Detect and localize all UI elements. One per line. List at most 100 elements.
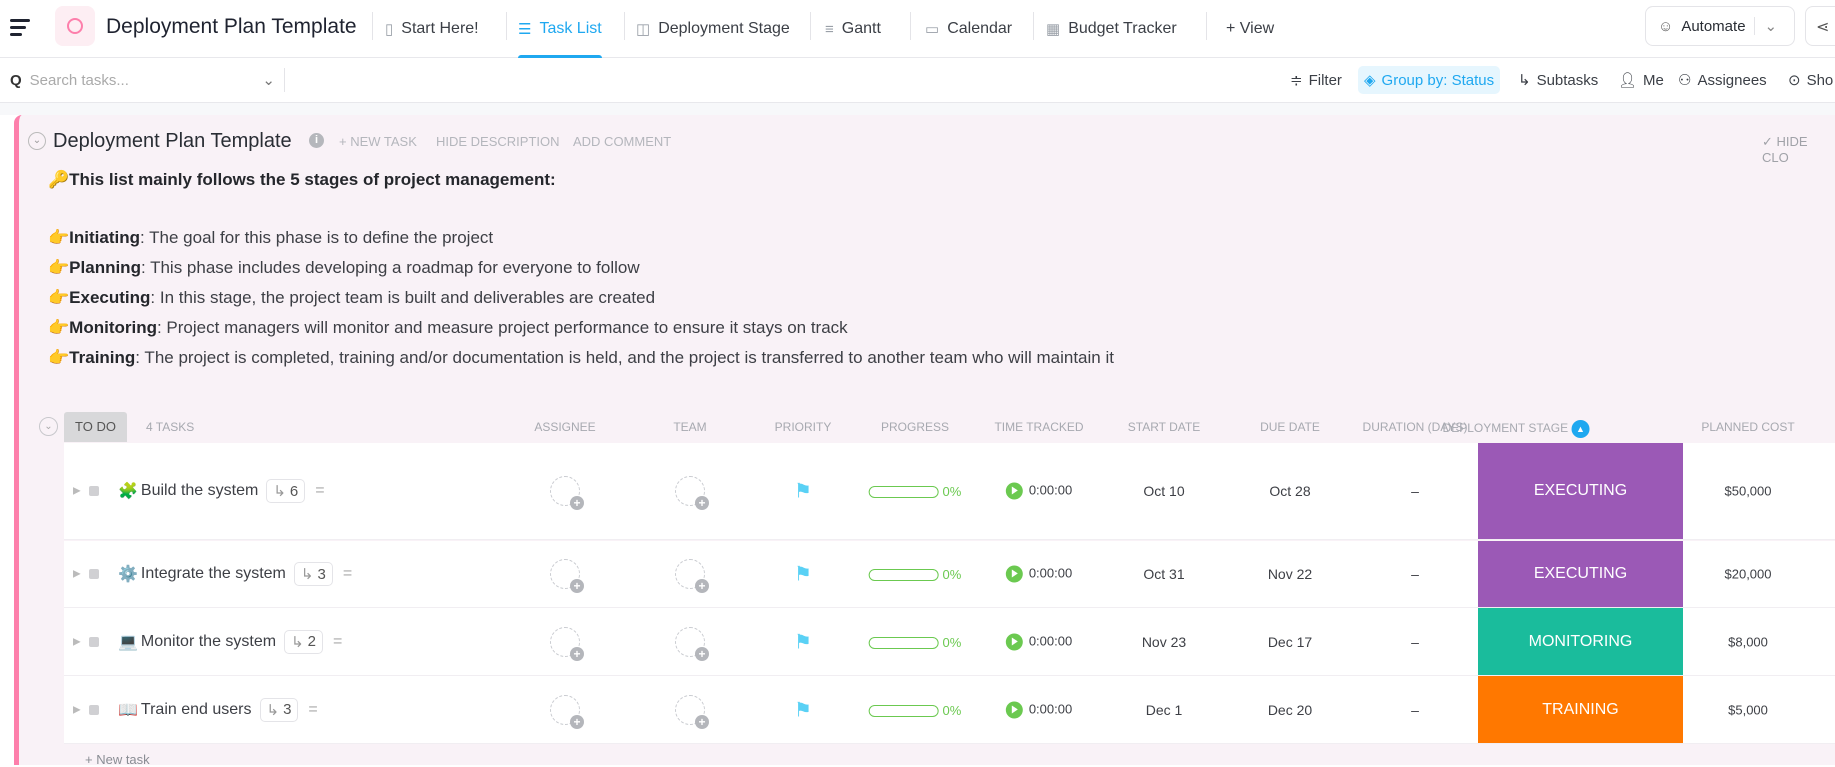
task-name[interactable]: 🧩 Build the system ↳ 6 =: [118, 479, 325, 503]
tab-task-list[interactable]: ☰ Task List: [518, 0, 602, 59]
assignee-add-avatar[interactable]: [550, 559, 584, 593]
hide-description-link[interactable]: HIDE DESCRIPTION: [436, 134, 560, 149]
tab-gantt[interactable]: ≡ Gantt: [825, 0, 881, 58]
menu-icon[interactable]: [10, 19, 30, 37]
subtask-count-badge[interactable]: ↳ 6: [266, 479, 306, 503]
task-name[interactable]: 📖 Train end users ↳ 3 =: [118, 697, 318, 722]
column-header[interactable]: TIME TRACKED: [994, 420, 1083, 434]
subtask-count-badge[interactable]: ↳ 2: [284, 629, 323, 654]
expand-caret-icon[interactable]: ▶: [73, 569, 81, 580]
chevron-down-icon[interactable]: ⌄: [262, 71, 275, 89]
table-row[interactable]: ▶ 🧩Build the system↳6= ⚑ 0% 0:00:00 Oct …: [64, 443, 1835, 540]
start-date[interactable]: Dec 1: [1146, 702, 1183, 718]
time-tracked[interactable]: 0:00:00: [1005, 701, 1072, 719]
sort-asc-icon[interactable]: ▲: [1571, 420, 1590, 438]
group-collapse-icon[interactable]: ⌄: [39, 417, 58, 436]
robot-icon: ☺: [1658, 17, 1674, 35]
table-row[interactable]: ▶ 📖Train end users↳3= ⚑ 0% 0:00:00 Dec 1…: [64, 676, 1835, 744]
column-header[interactable]: TEAM: [673, 420, 706, 434]
info-icon[interactable]: i: [309, 133, 324, 148]
new-task-link[interactable]: + NEW TASK: [339, 134, 417, 149]
priority-flag-icon[interactable]: ⚑: [794, 479, 812, 504]
list-icon: [55, 6, 95, 46]
doc-icon: ▯: [385, 21, 394, 38]
column-header[interactable]: PROGRESS: [881, 420, 949, 434]
time-tracked[interactable]: 0:00:00: [1005, 482, 1072, 500]
gantt-icon: ≡: [825, 20, 834, 38]
table-row[interactable]: ▶ ⚙️Integrate the system↳3= ⚑ 0% 0:00:00…: [64, 541, 1835, 608]
deployment-stage-badge[interactable]: MONITORING: [1478, 608, 1683, 675]
task-name[interactable]: ⚙️ Integrate the system ↳ 3 =: [118, 562, 352, 586]
search-input[interactable]: Q Search tasks... ⌄: [10, 66, 275, 94]
task-name[interactable]: 💻 Monitor the system ↳ 2 =: [118, 629, 342, 654]
start-date[interactable]: Oct 10: [1143, 483, 1184, 499]
group-by-button[interactable]: ◈ Group by: Status: [1358, 66, 1501, 94]
start-date[interactable]: Oct 31: [1143, 566, 1184, 582]
collapse-icon[interactable]: ⌄: [28, 132, 46, 150]
add-comment-link[interactable]: ADD COMMENT: [573, 134, 671, 149]
time-tracked[interactable]: 0:00:00: [1005, 633, 1072, 651]
column-header[interactable]: DEPLOYMENT STAGE ▲: [1443, 420, 1590, 438]
due-date[interactable]: Dec 20: [1268, 702, 1312, 718]
column-header[interactable]: PRIORITY: [775, 420, 832, 434]
tab-budget-tracker[interactable]: ▦ Budget Tracker: [1046, 0, 1177, 58]
planned-cost[interactable]: $8,000: [1728, 634, 1768, 649]
start-date[interactable]: Nov 23: [1142, 634, 1186, 650]
assignee-add-avatar[interactable]: [550, 694, 584, 729]
assignee-add-avatar[interactable]: [550, 476, 584, 510]
filter-button[interactable]: ≑ Filter: [1284, 66, 1348, 94]
chevron-down-icon[interactable]: ⌄: [1753, 17, 1777, 35]
due-date[interactable]: Dec 17: [1268, 634, 1312, 650]
planned-cost[interactable]: $20,000: [1725, 567, 1772, 582]
team-add-avatar[interactable]: [675, 476, 709, 510]
duration[interactable]: –: [1411, 702, 1419, 718]
me-button[interactable]: 👤︎ Me: [1612, 66, 1670, 94]
deployment-stage-badge[interactable]: EXECUTING: [1478, 443, 1683, 539]
pointing-hand-icon: 👉: [48, 318, 70, 337]
assignee-add-avatar[interactable]: [550, 626, 584, 661]
team-add-avatar[interactable]: [675, 694, 709, 729]
page-title: Deployment Plan Template: [106, 15, 357, 38]
tab-start-here[interactable]: ▯ Start Here!: [385, 0, 479, 58]
expand-caret-icon[interactable]: ▶: [73, 636, 81, 647]
assignees-button[interactable]: ⚇ Assignees: [1672, 66, 1773, 94]
subtasks-button[interactable]: ↳ Subtasks: [1512, 66, 1604, 94]
priority-flag-icon[interactable]: ⚑: [794, 629, 812, 654]
priority-flag-icon[interactable]: ⚑: [794, 562, 812, 587]
deployment-stage-badge[interactable]: TRAINING: [1478, 676, 1683, 743]
status-checkbox[interactable]: [89, 704, 99, 715]
status-badge[interactable]: TO DO: [64, 412, 127, 442]
show-button[interactable]: ⊙ Sho: [1782, 66, 1835, 94]
add-view-button[interactable]: + View: [1226, 0, 1274, 58]
column-header[interactable]: START DATE: [1128, 420, 1200, 434]
duration[interactable]: –: [1411, 483, 1419, 499]
status-checkbox[interactable]: [89, 569, 99, 579]
priority-flag-icon[interactable]: ⚑: [794, 697, 812, 722]
column-header[interactable]: ASSIGNEE: [534, 420, 595, 434]
share-button[interactable]: ⋖: [1805, 6, 1835, 46]
expand-caret-icon[interactable]: ▶: [73, 486, 81, 497]
duration[interactable]: –: [1411, 634, 1419, 650]
subtask-count-badge[interactable]: ↳ 3: [259, 697, 299, 722]
duration[interactable]: –: [1411, 566, 1419, 582]
planned-cost[interactable]: $50,000: [1725, 484, 1772, 499]
planned-cost[interactable]: $5,000: [1728, 702, 1768, 717]
team-add-avatar[interactable]: [675, 559, 709, 593]
due-date[interactable]: Oct 28: [1269, 483, 1310, 499]
expand-caret-icon[interactable]: ▶: [73, 704, 81, 715]
time-tracked[interactable]: 0:00:00: [1005, 565, 1072, 583]
automate-button[interactable]: ☺ Automate ⌄: [1645, 6, 1795, 46]
column-header[interactable]: DUE DATE: [1260, 420, 1320, 434]
tab-deployment-stage[interactable]: ◫ Deployment Stage: [636, 0, 790, 58]
tab-calendar[interactable]: ▭ Calendar: [925, 0, 1012, 58]
progress-bar: 0%: [868, 702, 961, 718]
due-date[interactable]: Nov 22: [1268, 566, 1312, 582]
status-checkbox[interactable]: [89, 636, 99, 647]
column-header[interactable]: PLANNED COST: [1701, 420, 1794, 434]
team-add-avatar[interactable]: [675, 626, 709, 661]
deployment-stage-badge[interactable]: EXECUTING: [1478, 541, 1683, 607]
subtask-count-badge[interactable]: ↳ 3: [293, 562, 333, 586]
hide-closed-link[interactable]: ✓ HIDE CLO: [1762, 134, 1835, 165]
table-row[interactable]: ▶ 💻Monitor the system↳2= ⚑ 0% 0:00:00 No…: [64, 608, 1835, 676]
status-checkbox[interactable]: [89, 486, 99, 496]
